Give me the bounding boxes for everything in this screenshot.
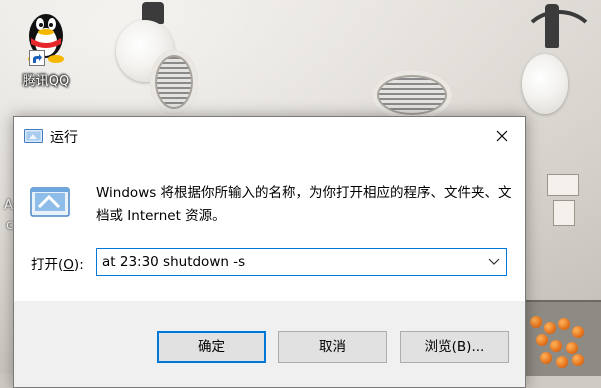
wallpaper-fruit bbox=[550, 340, 562, 352]
close-icon bbox=[496, 130, 508, 142]
wallpaper-fruit bbox=[536, 334, 548, 346]
run-icon bbox=[24, 129, 43, 143]
open-label-access-key: O bbox=[63, 257, 74, 273]
wallpaper-fruit bbox=[558, 318, 570, 330]
run-dialog: 运行 Windows 将根据你所输入的名称，为你打开相应的程序、文件夹、文档或 … bbox=[13, 116, 526, 388]
wallpaper-fruit bbox=[540, 352, 552, 364]
dialog-titlebar[interactable]: 运行 bbox=[14, 117, 525, 155]
wallpaper-lamp-cap bbox=[545, 4, 559, 48]
wallpaper-fruit bbox=[530, 316, 542, 328]
chevron-down-icon[interactable] bbox=[488, 257, 500, 267]
wallpaper-fruit bbox=[572, 326, 584, 338]
wallpaper-fruit bbox=[566, 342, 578, 354]
dialog-content: Windows 将根据你所输入的名称，为你打开相应的程序、文件夹、文档或 Int… bbox=[14, 155, 525, 301]
desktop-icon-qq[interactable]: 腾讯QQ bbox=[14, 4, 78, 90]
desktop-partial-label: A bbox=[4, 198, 13, 213]
dialog-description: Windows 将根据你所输入的名称，为你打开相应的程序、文件夹、文档或 Int… bbox=[96, 185, 512, 224]
open-label-text: 打开( bbox=[31, 257, 64, 273]
command-combobox[interactable]: at 23:30 shutdown -s bbox=[96, 248, 507, 276]
wallpaper-fruit bbox=[544, 322, 556, 334]
browse-button[interactable]: 浏览(B)... bbox=[400, 331, 509, 363]
wallpaper-vent bbox=[150, 50, 198, 114]
open-label-text-end: ): bbox=[73, 257, 84, 273]
run-program-icon bbox=[30, 187, 70, 217]
wallpaper-fruit bbox=[572, 354, 584, 366]
wallpaper-sign bbox=[553, 200, 575, 226]
wallpaper-sign bbox=[547, 174, 579, 196]
wallpaper-vent bbox=[372, 70, 452, 120]
command-input[interactable]: at 23:30 shutdown -s bbox=[102, 254, 245, 270]
close-button[interactable] bbox=[479, 117, 525, 155]
desktop-icon-label: 腾讯QQ bbox=[22, 74, 70, 89]
ok-button[interactable]: 确定 bbox=[157, 331, 266, 363]
open-label: 打开(O): bbox=[31, 253, 84, 273]
cancel-button[interactable]: 取消 bbox=[278, 331, 387, 363]
dialog-title: 运行 bbox=[50, 130, 78, 146]
shortcut-arrow-icon bbox=[29, 50, 45, 66]
wallpaper-lamp-globe bbox=[522, 54, 568, 114]
wallpaper-fruit bbox=[556, 356, 568, 368]
